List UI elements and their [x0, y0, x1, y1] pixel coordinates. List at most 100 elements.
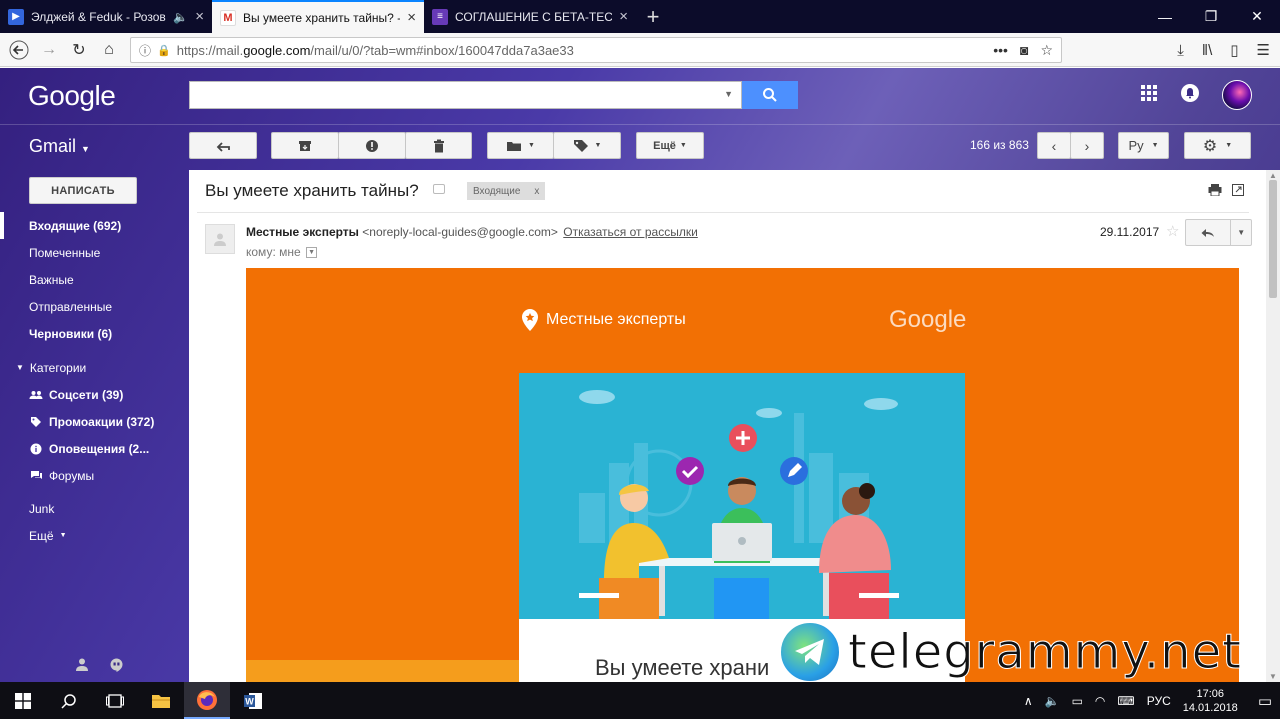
sidebar-item-promotions[interactable]: Промоакции (372)	[0, 408, 188, 435]
star-icon[interactable]: ☆	[1166, 222, 1179, 240]
sidebar-item-sent[interactable]: Отправленные	[0, 293, 188, 320]
close-tab-icon[interactable]: ×	[195, 8, 204, 25]
newer-button[interactable]: ‹	[1037, 132, 1071, 159]
tab-title: СОГЛАШЕНИЕ С БЕТА-ТЕСТИ	[455, 9, 613, 24]
home-button[interactable]: ⌂	[94, 35, 124, 65]
new-tab-button[interactable]: +	[636, 0, 670, 33]
minimize-icon[interactable]: —	[1142, 0, 1188, 33]
input-language-indicator[interactable]: РУС	[1147, 694, 1171, 708]
sidebar-item-junk[interactable]: Junk	[0, 495, 188, 522]
gear-icon: ⚙	[1202, 137, 1218, 155]
gmail-app-label[interactable]: Gmail ▼	[29, 136, 90, 157]
importance-marker-icon[interactable]	[433, 184, 445, 194]
windows-taskbar: W ∧ 🔈 ▭ ◠ ⌨ РУС 17:06 14.01.2018 ▭	[0, 682, 1280, 719]
older-button[interactable]: ›	[1070, 132, 1104, 159]
remove-label-icon[interactable]: x	[534, 186, 539, 197]
firefox-taskbar-icon[interactable]	[184, 682, 230, 719]
open-in-new-window-icon[interactable]	[1232, 184, 1244, 199]
battery-icon[interactable]: ▭	[1072, 694, 1083, 708]
back-to-inbox-button[interactable]	[189, 132, 257, 159]
chevron-left-icon: ‹	[1051, 137, 1057, 154]
reply-button[interactable]	[1186, 220, 1232, 245]
wifi-icon[interactable]: ◠	[1095, 694, 1105, 708]
apps-grid-icon[interactable]	[1140, 84, 1158, 107]
browser-tab-docs[interactable]: ≡ СОГЛАШЕНИЕ С БЕТА-ТЕСТИ ×	[424, 0, 636, 33]
google-logo[interactable]: Google	[28, 80, 116, 112]
more-reply-options-icon[interactable]: ▼	[1231, 220, 1251, 245]
download-icon[interactable]: ⤓	[1177, 42, 1184, 59]
sidebar-item-updates[interactable]: Оповещения (2...	[0, 435, 188, 462]
sidebar-item-inbox[interactable]: Входящие (692)	[0, 212, 188, 239]
library-icon[interactable]: ‖\	[1202, 42, 1212, 59]
bookmark-star-icon[interactable]: ☆	[1040, 42, 1053, 59]
sidebar-item-forums[interactable]: Форумы	[0, 462, 188, 489]
scroll-down-icon[interactable]: ▼	[1269, 672, 1277, 681]
reload-button[interactable]: ↻	[64, 35, 94, 65]
file-explorer-icon[interactable]	[138, 682, 184, 719]
subject-divider	[197, 212, 1249, 213]
address-bar[interactable]: ⓘ 🔒 https://mail.google.com/mail/u/0/?ta…	[130, 37, 1062, 63]
keyboard-icon[interactable]: ⌨	[1117, 694, 1134, 708]
browser-tab-gmail[interactable]: M Вы умеете хранить тайны? - ×	[212, 0, 424, 33]
browser-tab-youtube[interactable]: ▶ Элджей & Feduk - Розовое 🔈 ×	[0, 0, 212, 33]
back-button[interactable]	[4, 35, 34, 65]
account-avatar[interactable]	[1222, 80, 1252, 110]
input-language-button[interactable]: Ру ▼	[1118, 132, 1169, 159]
info-icon[interactable]: ⓘ	[139, 42, 151, 59]
sender-email: <noreply-local-guides@google.com>	[362, 225, 558, 239]
svg-text:W: W	[245, 696, 254, 706]
action-center-icon[interactable]: ▭	[1258, 692, 1272, 710]
speaker-icon[interactable]: 🔈	[173, 10, 188, 24]
restore-icon[interactable]: ❐	[1188, 0, 1234, 33]
search-button[interactable]	[742, 81, 798, 109]
contacts-person-icon[interactable]	[76, 658, 88, 675]
sidebar-nav: Входящие (692) Помеченные Важные Отправл…	[0, 212, 188, 549]
volume-icon[interactable]: 🔈	[1045, 694, 1060, 708]
word-taskbar-icon[interactable]: W	[230, 682, 276, 719]
report-spam-button[interactable]	[338, 132, 406, 159]
close-window-icon[interactable]: ✕	[1234, 0, 1280, 33]
inbox-label-chip: Входящие x	[467, 182, 546, 200]
caret-down-icon: ▼	[16, 363, 24, 372]
close-tab-icon[interactable]: ×	[619, 8, 628, 25]
archive-button[interactable]	[271, 132, 339, 159]
search-input[interactable]	[190, 82, 710, 108]
menu-icon[interactable]: ☰	[1257, 41, 1270, 59]
task-view-icon[interactable]	[92, 682, 138, 719]
sidebar-item-social[interactable]: Соцсети (39)	[0, 381, 188, 408]
labels-button[interactable]: ▼	[553, 132, 621, 159]
sidebar-item-important[interactable]: Важные	[0, 266, 188, 293]
sidebar-item-starred[interactable]: Помеченные	[0, 239, 188, 266]
show-details-icon[interactable]: ▼	[306, 247, 318, 259]
sidebar-item-drafts[interactable]: Черновики (6)	[0, 320, 188, 347]
message-date: 29.11.2017	[1100, 225, 1160, 239]
message-scrollbar[interactable]: ▲ ▼	[1266, 170, 1280, 682]
windows-start-icon[interactable]	[0, 682, 46, 719]
taskbar-search-icon[interactable]	[46, 682, 92, 719]
email-card-title: Вы умеете храни	[595, 655, 770, 680]
more-actions-button[interactable]: Ещё ▼	[636, 132, 704, 159]
move-to-button[interactable]: ▼	[487, 132, 554, 159]
pocket-icon[interactable]: ◙	[1020, 42, 1028, 59]
search-box[interactable]: ▼	[189, 81, 742, 109]
unsubscribe-link[interactable]: Отказаться от рассылки	[563, 225, 698, 239]
sidebar-categories-toggle[interactable]: ▼ Категории	[0, 354, 188, 381]
scroll-up-icon[interactable]: ▲	[1269, 171, 1277, 180]
compose-button[interactable]: НАПИСАТЬ	[29, 177, 137, 204]
taskbar-clock[interactable]: 17:06 14.01.2018	[1183, 687, 1238, 715]
close-tab-icon[interactable]: ×	[407, 9, 416, 26]
print-icon[interactable]	[1208, 184, 1222, 199]
page-actions-icon[interactable]: •••	[993, 42, 1008, 59]
sidebar-icon[interactable]: ▯	[1230, 41, 1238, 59]
forward-button[interactable]: →	[34, 35, 64, 65]
notifications-bell-icon[interactable]	[1180, 83, 1200, 108]
tray-expand-icon[interactable]: ∧	[1024, 694, 1033, 708]
delete-button[interactable]	[405, 132, 472, 159]
settings-button[interactable]: ⚙ ▼	[1184, 132, 1251, 159]
sender-name[interactable]: Местные эксперты	[246, 225, 359, 239]
hangouts-icon[interactable]	[110, 658, 123, 675]
scrollbar-thumb[interactable]	[1269, 180, 1277, 298]
search-options-icon[interactable]: ▼	[724, 89, 733, 99]
gmail-icon: M	[220, 9, 236, 26]
sidebar-item-more[interactable]: Ещё ▼	[0, 522, 188, 549]
